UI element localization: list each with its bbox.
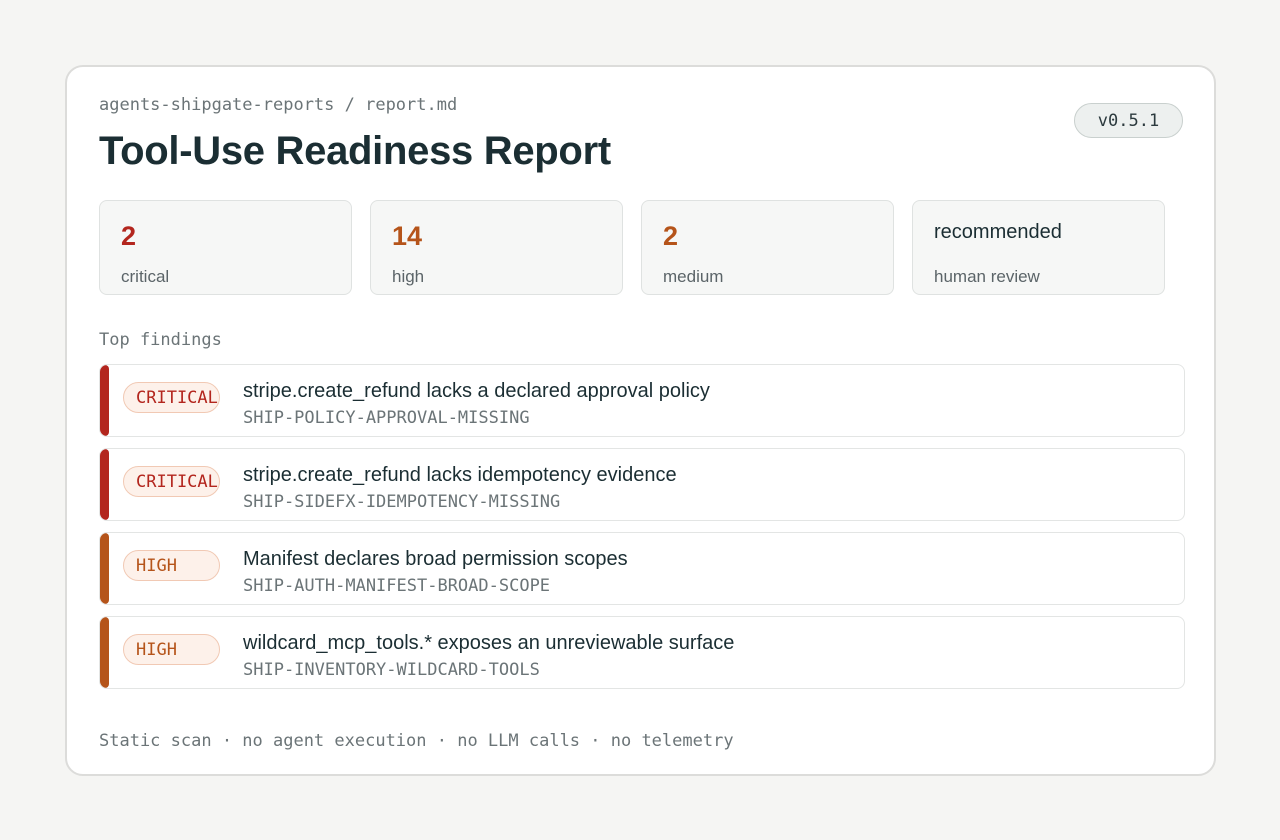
stat-high-value: 14	[392, 221, 423, 251]
breadcrumb[interactable]: agents-shipgate-reports / report.md	[99, 95, 457, 115]
finding-code: SHIP-SIDEFX-IDEMPOTENCY-MISSING	[243, 492, 561, 512]
finding-item[interactable]: HIGH wildcard_mcp_tools.* exposes an unr…	[99, 616, 1185, 689]
finding-item[interactable]: CRITICAL stripe.create_refund lacks idem…	[99, 448, 1185, 521]
stats-row: 2 critical 14 high 2 medium recommended …	[99, 200, 1165, 295]
finding-item[interactable]: CRITICAL stripe.create_refund lacks a de…	[99, 364, 1185, 437]
report-card: agents-shipgate-reports / report.md Tool…	[65, 65, 1216, 776]
severity-bar	[100, 449, 109, 520]
finding-title: wildcard_mcp_tools.* exposes an unreview…	[243, 632, 735, 654]
severity-badge: HIGH	[123, 550, 220, 581]
stat-high-label: high	[392, 267, 425, 286]
page-title: Tool-Use Readiness Report	[99, 129, 611, 173]
version-badge: v0.5.1	[1074, 103, 1183, 138]
findings-list: CRITICAL stripe.create_refund lacks a de…	[99, 364, 1185, 700]
finding-code: SHIP-INVENTORY-WILDCARD-TOOLS	[243, 660, 540, 680]
stat-recommendation-label: human review	[934, 267, 1040, 286]
finding-item[interactable]: HIGH Manifest declares broad permission …	[99, 532, 1185, 605]
finding-title: stripe.create_refund lacks idempotency e…	[243, 464, 677, 486]
finding-code: SHIP-POLICY-APPROVAL-MISSING	[243, 408, 530, 428]
findings-heading: Top findings	[99, 330, 222, 350]
stat-recommendation-value: recommended	[934, 221, 1062, 243]
stat-medium-label: medium	[663, 267, 724, 286]
severity-badge: CRITICAL	[123, 382, 220, 413]
stat-critical-value: 2	[121, 221, 137, 251]
finding-title: stripe.create_refund lacks a declared ap…	[243, 380, 710, 402]
severity-badge: CRITICAL	[123, 466, 220, 497]
severity-bar	[100, 533, 109, 604]
finding-title: Manifest declares broad permission scope…	[243, 548, 628, 570]
stat-high: 14 high	[370, 200, 623, 295]
stat-critical: 2 critical	[99, 200, 352, 295]
severity-bar	[100, 617, 109, 688]
stat-medium-value: 2	[663, 221, 679, 251]
severity-badge: HIGH	[123, 634, 220, 665]
footer-note: Static scan · no agent execution · no LL…	[99, 731, 734, 751]
stat-critical-label: critical	[121, 267, 170, 286]
stat-medium: 2 medium	[641, 200, 894, 295]
finding-code: SHIP-AUTH-MANIFEST-BROAD-SCOPE	[243, 576, 551, 596]
severity-bar	[100, 365, 109, 436]
stat-recommendation: recommended human review	[912, 200, 1165, 295]
